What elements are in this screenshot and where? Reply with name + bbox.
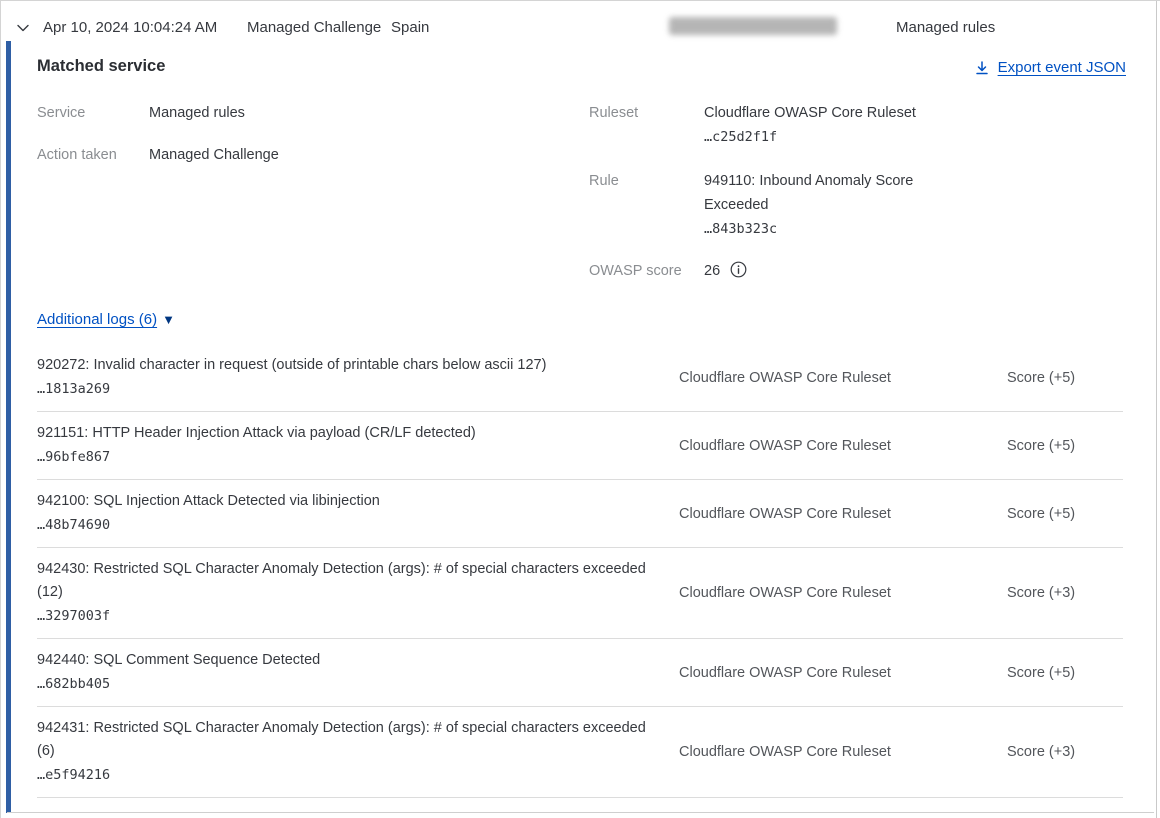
field-action-taken-label: Action taken	[37, 143, 149, 167]
field-rule: Rule949110: Inbound Anomaly Score Exceed…	[589, 169, 944, 241]
panel-title: Matched service	[37, 57, 165, 76]
log-ruleset-name: Cloudflare OWASP Core Ruleset	[679, 370, 1007, 386]
log-score: Score (+5)	[1007, 665, 1123, 681]
field-ruleset-value: Cloudflare OWASP Core Ruleset	[704, 105, 916, 121]
log-rule-description: 942431: Restricted SQL Character Anomaly…	[37, 720, 646, 759]
log-row: 942431: Restricted SQL Character Anomaly…	[37, 707, 1123, 798]
log-rule-description: 942430: Restricted SQL Character Anomaly…	[37, 561, 646, 600]
additional-logs-table: 920272: Invalid character in request (ou…	[37, 344, 1123, 798]
log-ruleset-name: Cloudflare OWASP Core Ruleset	[679, 438, 1007, 454]
info-icon[interactable]	[730, 261, 747, 286]
export-link-label: Export event JSON	[998, 59, 1126, 76]
log-row: 942430: Restricted SQL Character Anomaly…	[37, 548, 1123, 639]
additional-logs-label: Additional logs (6)	[37, 311, 157, 328]
log-rule-hash: …1813a269	[37, 377, 667, 401]
expanded-row-accent-bar	[6, 41, 11, 813]
field-owasp-score-label: OWASP score	[589, 259, 704, 283]
chevron-down-icon[interactable]	[15, 20, 31, 36]
log-score: Score (+3)	[1007, 585, 1123, 601]
field-rule-value: 949110: Inbound Anomaly Score Exceeded	[704, 173, 913, 213]
event-detail-panel: Apr 10, 2024 10:04:24 AM Managed Challen…	[0, 0, 1160, 818]
download-icon	[974, 60, 990, 76]
event-summary-row[interactable]: Apr 10, 2024 10:04:24 AM Managed Challen…	[1, 1, 1156, 41]
log-ruleset-name: Cloudflare OWASP Core Ruleset	[679, 585, 1007, 601]
field-rule-label: Rule	[589, 169, 704, 193]
export-event-json-link[interactable]: Export event JSON	[974, 59, 1126, 76]
event-timestamp: Apr 10, 2024 10:04:24 AM	[43, 19, 217, 36]
log-score: Score (+3)	[1007, 744, 1123, 760]
log-rule-hash: …e5f94216	[37, 763, 667, 787]
log-ruleset-name: Cloudflare OWASP Core Ruleset	[679, 744, 1007, 760]
field-ruleset: RulesetCloudflare OWASP Core Ruleset …c25…	[589, 101, 944, 149]
field-action-taken-value: Managed Challenge	[149, 143, 279, 167]
log-row: 942100: SQL Injection Attack Detected vi…	[37, 480, 1123, 548]
field-action-taken: Action takenManaged Challenge	[37, 143, 279, 167]
panel-bottom-divider	[7, 812, 1154, 813]
event-country: Spain	[391, 19, 429, 36]
log-row: 921151: HTTP Header Injection Attack via…	[37, 412, 1123, 480]
log-rule-description: 921151: HTTP Header Injection Attack via…	[37, 425, 476, 441]
field-ruleset-label: Ruleset	[589, 101, 704, 125]
log-score: Score (+5)	[1007, 370, 1123, 386]
log-rule-hash: …48b74690	[37, 513, 667, 537]
field-service-value: Managed rules	[149, 101, 245, 125]
table-right-border	[1156, 1, 1157, 818]
log-score: Score (+5)	[1007, 506, 1123, 522]
log-ruleset-name: Cloudflare OWASP Core Ruleset	[679, 506, 1007, 522]
log-rule-description: 942100: SQL Injection Attack Detected vi…	[37, 493, 380, 509]
additional-logs-toggle[interactable]: Additional logs (6) ▼	[37, 311, 175, 328]
field-ruleset-hash: …c25d2f1f	[704, 129, 777, 145]
caret-down-icon: ▼	[162, 312, 175, 327]
log-rule-hash: …96bfe867	[37, 445, 667, 469]
log-rule-description: 920272: Invalid character in request (ou…	[37, 357, 546, 373]
log-rule-hash: …3297003f	[37, 604, 667, 628]
field-service-label: Service	[37, 101, 149, 125]
event-service: Managed rules	[896, 19, 995, 36]
log-rule-hash: …682bb405	[37, 672, 667, 696]
field-rule-hash: …843b323c	[704, 221, 777, 237]
log-row: 920272: Invalid character in request (ou…	[37, 344, 1123, 412]
log-score: Score (+5)	[1007, 438, 1123, 454]
field-owasp-score-value: 26	[704, 259, 720, 283]
redacted-field	[669, 17, 837, 35]
log-row: 942440: SQL Comment Sequence Detected …68…	[37, 639, 1123, 707]
log-ruleset-name: Cloudflare OWASP Core Ruleset	[679, 665, 1007, 681]
field-service: ServiceManaged rules	[37, 101, 245, 125]
field-owasp-score: OWASP score26	[589, 259, 747, 286]
event-action: Managed Challenge	[247, 19, 381, 36]
log-rule-description: 942440: SQL Comment Sequence Detected	[37, 652, 320, 668]
